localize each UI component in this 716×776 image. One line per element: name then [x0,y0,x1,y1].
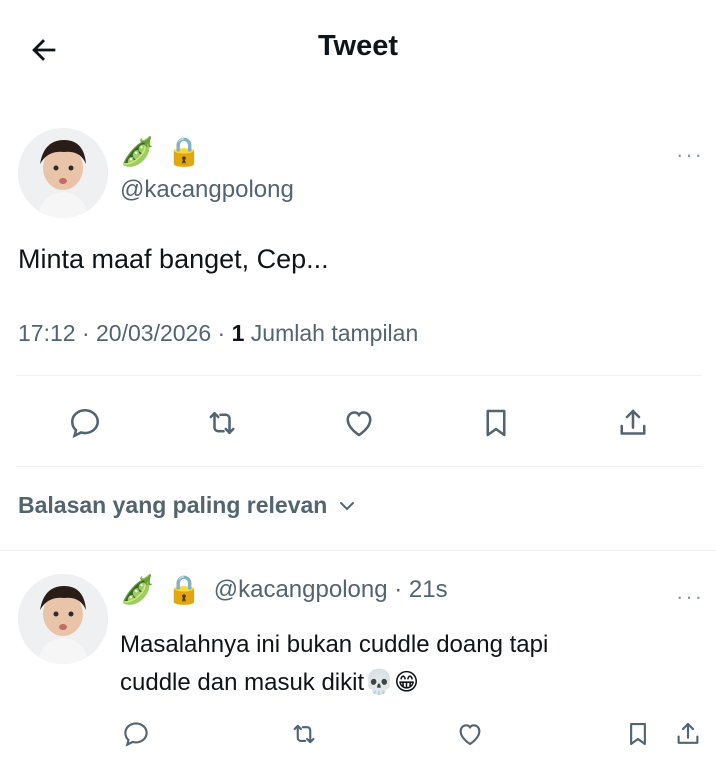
retweet-icon [293,724,315,744]
share-icon [620,409,646,435]
reply-icon [70,408,99,439]
reply-icon [124,722,148,747]
reply-actions [100,712,710,760]
reply-reply-button[interactable] [114,712,158,756]
share-button[interactable] [611,401,655,445]
like-button[interactable] [337,401,381,445]
reply-bookmark-button[interactable] [616,712,660,756]
reply-avatar[interactable] [18,574,108,664]
reply-share-button[interactable] [666,712,710,756]
avatar-image [18,574,108,664]
peas-emoji: 🫛 [120,135,155,168]
tweet-text: Minta maaf banget, Cep... [18,244,329,274]
reply-more-options-button[interactable]: ··· [676,584,704,610]
divider [0,550,716,551]
replies-sort-label: Balasan yang paling relevan [18,492,328,518]
chevron-down-icon [340,501,355,510]
reply-button[interactable] [63,401,107,445]
bookmark-icon [486,409,506,437]
reply-text: Masalahnya ini bukan cuddle doang tapi c… [120,626,680,703]
replies-sort-button[interactable]: Balasan yang paling relevan [18,492,359,519]
avatar[interactable] [18,128,108,218]
bookmark-icon [630,722,646,746]
views-label[interactable]: Jumlah tampilan [251,320,418,346]
reply-text-line: cuddle dan masuk dikit💀😁 [120,669,420,697]
more-options-button[interactable]: ··· [676,142,704,168]
tweet-actions [16,380,702,466]
divider [16,375,702,376]
reply-text-line: Masalahnya ini bukan cuddle doang tapi [120,631,549,658]
tweet-date[interactable]: 20/03/2026 [96,320,211,346]
like-icon [346,411,372,437]
reply-author[interactable]: 🫛 🔒 @kacangpolong · 21s [120,576,448,604]
reply-retweet-button[interactable] [282,712,326,756]
author-handle[interactable]: @kacangpolong [120,176,294,204]
share-icon [677,722,699,744]
lock-icon: 🔒 [166,573,202,606]
divider [16,466,702,467]
views-count[interactable]: 1 [232,320,245,346]
retweet-button[interactable] [200,401,244,445]
top-bar: Tweet [0,0,716,100]
tweet-time[interactable]: 17:12 [18,320,76,346]
page-title: Tweet [317,30,399,62]
reply-handle-time[interactable]: @kacangpolong · 21s [214,576,448,604]
reply-like-button[interactable] [448,712,492,756]
like-icon [459,724,481,746]
bookmark-button[interactable] [474,401,518,445]
author-name[interactable]: 🫛 🔒 [120,138,202,166]
peas-emoji: 🫛 [120,573,155,606]
lock-icon: 🔒 [166,135,202,168]
tweet-meta: 17:12 · 20/03/2026 · 1 Jumlah tampilan [18,320,419,346]
avatar-image [18,128,108,218]
retweet-icon [209,411,235,435]
